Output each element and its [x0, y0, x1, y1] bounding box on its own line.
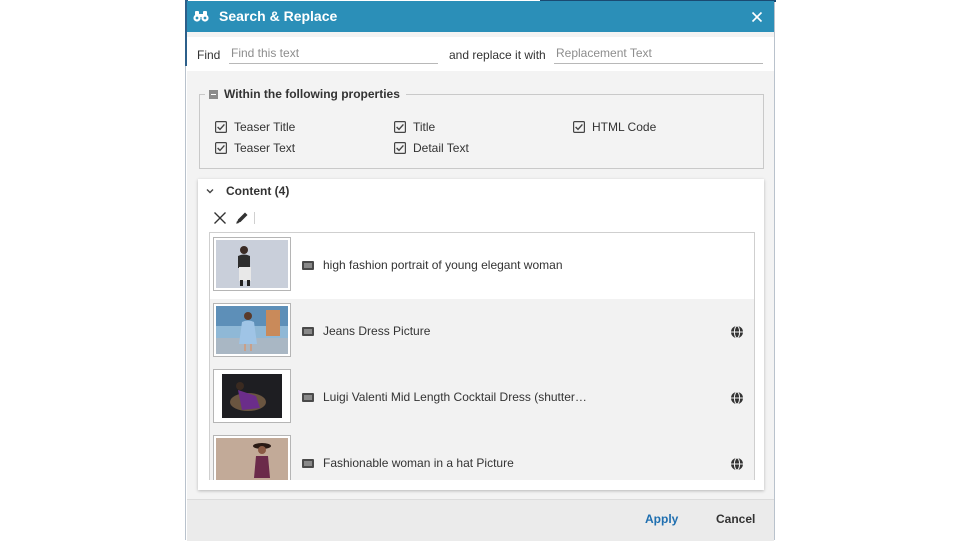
properties-legend-label: Within the following properties — [224, 87, 400, 101]
list-item[interactable]: high fashion portrait of young elegant w… — [210, 233, 754, 300]
list-item-title: high fashion portrait of young elegant w… — [323, 258, 563, 272]
cancel-button[interactable]: Cancel — [716, 512, 755, 526]
checkbox-teaser-title[interactable]: Teaser Title — [215, 120, 295, 134]
globe-icon — [731, 391, 743, 405]
thumbnail-image — [213, 369, 291, 423]
background-window-edge — [185, 0, 186, 540]
search-replace-dialog: Search & Replace Find and replace it wit… — [187, 1, 774, 541]
list-item[interactable]: Fashionable woman in a hat Picture — [210, 431, 754, 480]
globe-icon — [731, 325, 743, 339]
checkbox-label: HTML Code — [592, 120, 657, 134]
picture-icon — [302, 261, 314, 270]
checkbox-checked-icon — [573, 121, 585, 133]
pencil-icon[interactable] — [234, 210, 250, 226]
list-item[interactable]: Jeans Dress Picture — [210, 299, 754, 366]
list-item[interactable]: Luigi Valenti Mid Length Cocktail Dress … — [210, 365, 754, 432]
checkbox-label: Teaser Text — [234, 141, 296, 155]
checkbox-html-code[interactable]: HTML Code — [573, 120, 656, 134]
checkbox-teaser-text[interactable]: Teaser Text — [215, 141, 295, 155]
dialog-footer: Apply Cancel — [187, 499, 774, 541]
thumbnail-image — [213, 237, 291, 291]
toolbar-separator — [254, 212, 255, 224]
list-item-title: Fashionable woman in a hat Picture — [323, 456, 514, 470]
thumbnail-image — [213, 303, 291, 357]
properties-fieldset: Teaser Title Teaser Text Title Detail Te… — [199, 94, 764, 169]
content-section-title: Content (4) — [226, 184, 290, 198]
checkbox-checked-icon — [394, 142, 406, 154]
checkbox-label: Detail Text — [413, 141, 469, 155]
checkbox-detail-text[interactable]: Detail Text — [394, 141, 469, 155]
content-list: high fashion portrait of young elegant w… — [209, 232, 755, 480]
checkbox-checked-icon — [215, 142, 227, 154]
picture-icon — [302, 393, 314, 402]
replace-input[interactable] — [554, 43, 763, 64]
background-window-edge — [774, 0, 775, 540]
dialog-title: Search & Replace — [219, 8, 338, 24]
close-icon[interactable] — [212, 210, 228, 226]
checkbox-title[interactable]: Title — [394, 120, 435, 134]
checkbox-label: Teaser Title — [234, 120, 296, 134]
find-replace-row: Find and replace it with — [187, 37, 774, 71]
list-item-title: Jeans Dress Picture — [323, 324, 431, 338]
content-panel: Content (4) high fashion portrait of you… — [198, 179, 764, 490]
apply-button[interactable]: Apply — [645, 512, 678, 526]
picture-icon — [302, 459, 314, 468]
thumbnail-image — [213, 435, 291, 480]
chevron-down-icon — [206, 189, 214, 194]
picture-icon — [302, 327, 314, 336]
collapse-minus-icon — [209, 89, 218, 99]
list-item-title: Luigi Valenti Mid Length Cocktail Dress … — [323, 390, 587, 404]
dialog-titlebar: Search & Replace — [187, 1, 774, 32]
close-icon[interactable] — [747, 7, 767, 27]
checkbox-label: Title — [413, 120, 436, 134]
checkbox-checked-icon — [394, 121, 406, 133]
globe-icon — [731, 457, 743, 471]
content-section-toggle[interactable]: Content (4) — [204, 184, 289, 198]
find-input[interactable] — [229, 43, 438, 64]
replace-label: and replace it with — [449, 48, 546, 62]
binoculars-icon — [193, 11, 209, 22]
properties-legend[interactable]: Within the following properties — [205, 85, 406, 103]
find-label: Find — [197, 48, 221, 62]
checkbox-checked-icon — [215, 121, 227, 133]
